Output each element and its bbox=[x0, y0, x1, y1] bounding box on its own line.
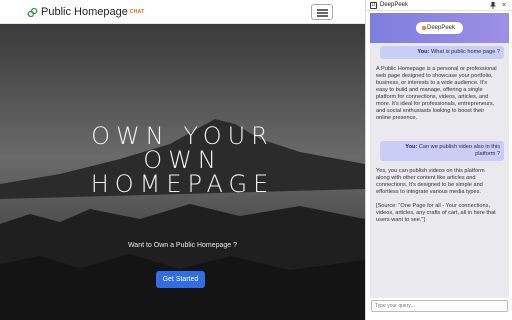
hero-section: OWN YOUR OWN HOMEPAGE Want to Own a Publ… bbox=[0, 24, 365, 320]
chat-header: DeepPeek bbox=[370, 13, 509, 43]
hamburger-line-icon bbox=[317, 12, 328, 14]
deeppeek-header-badge: DeepPeek bbox=[416, 22, 463, 34]
brand-subtitle: CHAT bbox=[129, 9, 145, 15]
pin-icon[interactable] bbox=[490, 2, 496, 9]
bot-message: A Public Homepage is a personal or profe… bbox=[372, 63, 502, 125]
deeppeek-panel: D DeepPeek × DeepPeek You: What is publi… bbox=[365, 0, 512, 320]
deeppeek-logo-icon: D bbox=[370, 2, 377, 9]
message-source: [Source: "One Page for all - Your connec… bbox=[376, 203, 496, 223]
user-label: You: bbox=[405, 144, 418, 150]
headline-line: HOMEPAGE bbox=[90, 170, 275, 198]
website: Public Homepage CHAT OWN YOUR OWN HOMEPA… bbox=[0, 0, 365, 320]
message-text: Can we publish video also in this platfo… bbox=[418, 144, 500, 157]
message-text: A Public Homepage is a personal or profe… bbox=[376, 66, 497, 121]
deeppeek-dot-icon bbox=[422, 26, 426, 30]
message-text: What is public home page ? bbox=[430, 49, 500, 55]
hero-headline: OWN YOUR OWN HOMEPAGE bbox=[0, 124, 365, 196]
query-input[interactable] bbox=[371, 300, 508, 312]
user-message: You: What is public home page ? bbox=[380, 46, 504, 59]
hamburger-line-icon bbox=[317, 15, 328, 17]
headline-line: OWN YOUR bbox=[91, 122, 274, 150]
get-started-button[interactable]: Get Started bbox=[156, 271, 205, 288]
close-icon[interactable]: × bbox=[502, 1, 506, 10]
chat-area[interactable]: DeepPeek You: What is public home page ?… bbox=[370, 13, 509, 298]
screen: Public Homepage CHAT OWN YOUR OWN HOMEPA… bbox=[0, 0, 512, 320]
user-message: You: Can we publish video also in this p… bbox=[380, 141, 504, 161]
link-icon bbox=[27, 7, 38, 17]
panel-title: DeepPeek bbox=[380, 2, 409, 8]
hamburger-menu-button[interactable] bbox=[311, 4, 333, 20]
brand-logo[interactable]: Public Homepage CHAT bbox=[27, 6, 145, 18]
user-label: You: bbox=[417, 49, 430, 55]
bot-message: Yes, you can publish videos on this plat… bbox=[372, 165, 502, 234]
headline-line: OWN bbox=[143, 146, 222, 174]
panel-titlebar: D DeepPeek × bbox=[366, 0, 512, 11]
navbar: Public Homepage CHAT bbox=[0, 0, 365, 24]
message-text: Yes, you can publish videos on this plat… bbox=[376, 168, 485, 195]
hamburger-line-icon bbox=[317, 9, 328, 11]
badge-label: DeepPeek bbox=[427, 25, 456, 31]
hero-subtitle: Want to Own a Public Homepage ? bbox=[127, 242, 238, 249]
brand-name: Public Homepage bbox=[41, 6, 128, 18]
